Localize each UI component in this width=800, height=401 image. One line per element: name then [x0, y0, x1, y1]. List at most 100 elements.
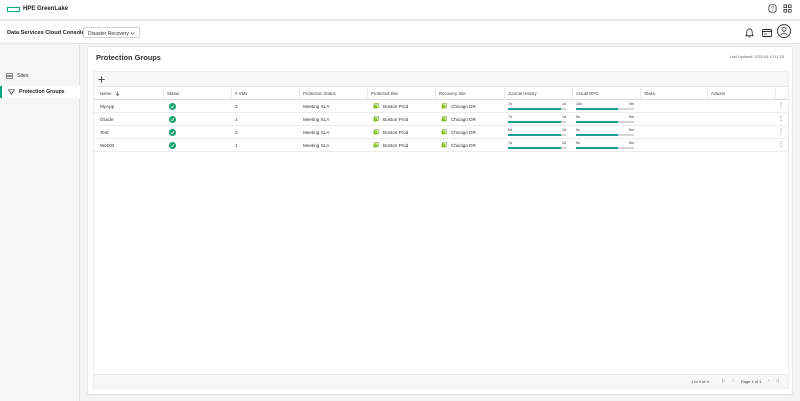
server-icon [6, 73, 13, 79]
rpo-bar-fill [576, 108, 618, 110]
sidebar-item-sites[interactable]: Sites [0, 70, 80, 82]
notifications-bell-icon[interactable] [745, 28, 754, 38]
column-header-actual-rpo[interactable]: Actual RPO [576, 91, 598, 96]
column-header-protected-site[interactable]: Protected Site [371, 91, 398, 96]
journal-max-label: 1d [562, 128, 566, 132]
hpe-logo-icon[interactable] [7, 7, 20, 12]
service-selector[interactable]: Disaster Recovery [83, 27, 140, 38]
table-row[interactable]: Test 2 Meeting SLA Boston Prod Chicago D… [94, 127, 788, 139]
row-name[interactable]: Web02 [100, 143, 114, 148]
row-protected-site[interactable]: Boston Prod [383, 104, 408, 109]
journal-history-meter: 7d 1d [508, 115, 566, 125]
journal-min-label: 7d [508, 141, 512, 145]
rpo-min-label: 10s [576, 102, 582, 106]
site-icon [373, 103, 379, 109]
header-separator: | [79, 29, 81, 35]
rpo-max-label: 5m [629, 141, 634, 145]
user-avatar[interactable] [777, 24, 791, 38]
row-recovery-site[interactable]: Chicago DR [451, 130, 476, 135]
row-protection-status: Meeting SLA [303, 104, 330, 109]
row-protection-status: Meeting SLA [303, 117, 330, 122]
rpo-bar-fill [576, 134, 618, 136]
app-grid-icon[interactable] [783, 4, 792, 13]
pagination-page: Page 1 of 1 [741, 379, 762, 384]
column-header-journal-history[interactable]: Journal History [508, 91, 537, 96]
site-icon [441, 129, 447, 135]
sidebar-item-protection-groups[interactable]: Protection Groups [0, 86, 80, 98]
row-protected-site[interactable]: Boston Prod [383, 117, 408, 122]
first-page-icon[interactable]: |‹ [722, 378, 725, 384]
row-actions-menu-icon[interactable]: ⋮ [778, 115, 784, 122]
column-header-label: Name [100, 91, 112, 96]
column-header-recovery-site[interactable]: Recovery Site [439, 91, 466, 96]
actual-rpo-meter: 5s 5m [576, 128, 634, 138]
journal-bar-fill [508, 108, 562, 110]
row-name[interactable]: Oracle [100, 117, 114, 122]
card-icon[interactable] [762, 29, 772, 37]
rpo-bar-fill [576, 121, 618, 123]
column-header-vms[interactable]: # VMs [235, 91, 247, 96]
journal-min-label: 6d [508, 128, 512, 132]
row-recovery-site[interactable]: Chicago DR [451, 143, 476, 148]
status-ok-icon [169, 116, 176, 123]
journal-min-label: 7d [508, 115, 512, 119]
table-header-row: Name Status # VMs Protection Status Prot… [94, 88, 788, 100]
row-actions-menu-icon[interactable]: ⋮ [778, 102, 784, 109]
site-icon [373, 129, 379, 135]
row-vm-count: 1 [235, 117, 238, 122]
sort-descending-icon [115, 91, 119, 97]
site-icon [373, 116, 379, 122]
journal-min-label: 7d [508, 102, 512, 106]
status-ok-icon [169, 103, 176, 110]
row-vm-count: 3 [235, 104, 238, 109]
next-page-icon[interactable]: › [768, 378, 770, 384]
table-pagination: 1 to 4 of 4 |‹ ‹ Page 1 of 1 › ›| [94, 374, 788, 388]
row-recovery-site[interactable]: Chicago DR [451, 117, 476, 122]
site-icon [373, 142, 379, 148]
add-icon[interactable] [97, 75, 106, 84]
row-name[interactable]: Test [100, 130, 108, 135]
journal-history-meter: 6d 1d [508, 128, 566, 138]
console-title[interactable]: Data Services Cloud Console [7, 30, 85, 36]
table-row[interactable]: Web02 1 Meeting SLA Boston Prod Chicago … [94, 140, 788, 152]
service-selector-value: Disaster Recovery [88, 30, 129, 37]
row-protection-status: Meeting SLA [303, 130, 330, 135]
site-icon [441, 103, 447, 109]
row-recovery-site[interactable]: Chicago DR [451, 104, 476, 109]
sidebar-item-label: Protection Groups [19, 89, 65, 95]
svg-text:?: ? [771, 7, 774, 13]
column-header-protection-status[interactable]: Protection Status [303, 91, 336, 96]
row-protection-status: Meeting SLA [303, 143, 330, 148]
site-icon [441, 142, 447, 148]
column-header-tasks[interactable]: Tasks [644, 91, 655, 96]
previous-page-icon[interactable]: ‹ [732, 378, 734, 384]
journal-bar-fill [508, 147, 562, 149]
status-ok-icon [169, 129, 176, 136]
sidebar-nav: Sites Protection Groups [0, 45, 80, 401]
column-header-actions[interactable]: Actions [711, 91, 725, 96]
row-name[interactable]: MyApp [100, 104, 114, 109]
page-title: Protection Groups [96, 53, 161, 62]
global-header: HPE GreenLake ? [0, 0, 800, 20]
column-header-name[interactable]: Name [100, 91, 120, 97]
table-toolbar [94, 72, 788, 87]
table-row[interactable]: Oracle 1 Meeting SLA Boston Prod Chicago… [94, 114, 788, 126]
table-row[interactable]: MyApp 3 Meeting SLA Boston Prod Chicago … [94, 101, 788, 113]
journal-max-label: 1d [562, 141, 566, 145]
last-page-icon[interactable]: ›| [776, 378, 779, 384]
rpo-bar-fill [576, 147, 618, 149]
actual-rpo-meter: 5s 5m [576, 141, 634, 151]
journal-bar-fill [508, 134, 562, 136]
main-panel: Protection Groups Last Updated: 2023-04-… [87, 46, 793, 395]
rpo-min-label: 5s [576, 128, 580, 132]
row-protected-site[interactable]: Boston Prod [383, 143, 408, 148]
rpo-min-label: 5s [576, 141, 580, 145]
brand-name[interactable]: HPE GreenLake [23, 6, 68, 12]
row-actions-menu-icon[interactable]: ⋮ [778, 141, 784, 148]
site-icon [441, 116, 447, 122]
journal-max-label: 1d [562, 115, 566, 119]
column-header-status[interactable]: Status [167, 91, 179, 96]
help-icon[interactable]: ? [768, 4, 777, 13]
row-actions-menu-icon[interactable]: ⋮ [778, 128, 784, 135]
row-protected-site[interactable]: Boston Prod [383, 130, 408, 135]
